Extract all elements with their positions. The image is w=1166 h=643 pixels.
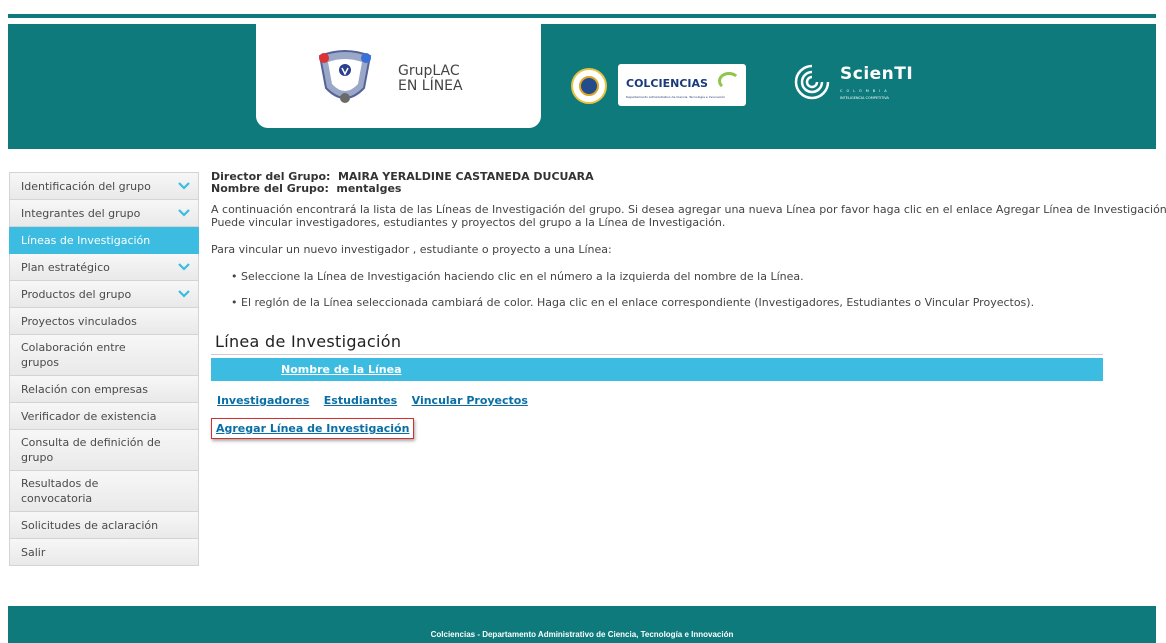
group-name-line: Nombre del Grupo: mentalges xyxy=(211,183,1111,195)
sidebar-item-productos[interactable]: Productos del grupo xyxy=(9,281,199,308)
colombia-seal-icon xyxy=(571,68,607,104)
investigadores-link[interactable]: Investigadores xyxy=(217,394,309,407)
action-links: Investigadores Estudiantes Vincular Proy… xyxy=(217,394,539,407)
estudiantes-link[interactable]: Estudiantes xyxy=(324,394,397,407)
sidebar-item-label: Relación con empresas xyxy=(21,382,148,396)
instruction-text: Para vincular un nuevo investigador , es… xyxy=(211,243,612,256)
sidebar-item-salir[interactable]: Salir xyxy=(9,539,199,566)
logo-line1: GrupLAC xyxy=(398,63,460,79)
sidebar-item-label: Consulta de definición de grupo xyxy=(21,436,161,464)
sidebar-item-label: Colaboración entre grupos xyxy=(21,341,126,369)
sidebar-item-proyectos[interactable]: Proyectos vinculados xyxy=(9,308,199,335)
add-research-line-link[interactable]: Agregar Línea de Investigación xyxy=(216,422,409,435)
colciencias-label: COLCIENCIAS xyxy=(626,77,708,90)
header-banner: GrupLAC EN LÍNEA COLCIENCIAS Departament… xyxy=(8,24,1156,149)
logo-line2: EN LÍNEA xyxy=(398,78,463,94)
sidebar-item-label: Integrantes del grupo xyxy=(21,206,141,220)
group-name-label: Nombre del Grupo: xyxy=(211,182,329,195)
sidebar-item-label: Proyectos vinculados xyxy=(21,314,137,328)
colciencias-subtitle: Departamento Administrativo de Ciencia, … xyxy=(626,95,726,99)
add-line-highlight: Agregar Línea de Investigación xyxy=(211,418,415,439)
sidebar-item-label: Líneas de Investigación xyxy=(21,233,151,247)
sidebar-item-label: Productos del grupo xyxy=(21,287,132,301)
sidebar-item-integrantes[interactable]: Integrantes del grupo xyxy=(9,200,199,227)
scienti-tagline: INTELIGENCIA COMPETITIVA xyxy=(840,96,889,100)
intro-text-line2: Puede vincular investigadores, estudiant… xyxy=(211,216,726,229)
sidebar-item-consulta[interactable]: Consulta de definición de grupo xyxy=(9,430,199,471)
scienti-label: ScienTI xyxy=(840,64,914,84)
sidebar-item-colaboracion[interactable]: Colaboración entre grupos xyxy=(9,335,199,376)
bullet-text: Seleccione la Línea de Investigación hac… xyxy=(241,270,804,283)
footer-bar: Colciencias - Departamento Administrativ… xyxy=(8,606,1156,643)
gruplac-emblem-icon xyxy=(318,50,372,103)
gruplac-logo-text: GrupLAC EN LÍNEA xyxy=(398,64,463,94)
main-content: Director del Grupo: MAIRA YERALDINE CAST… xyxy=(211,171,1166,439)
footer-text: Colciencias - Departamento Administrativ… xyxy=(430,630,734,639)
sidebar-item-plan[interactable]: Plan estratégico xyxy=(9,254,199,281)
sidebar-item-solicitudes[interactable]: Solicitudes de aclaración xyxy=(9,512,199,539)
sidebar-item-resultados[interactable]: Resultados de convocatoria xyxy=(9,471,199,512)
intro-text-line1: A continuación encontrará la lista de la… xyxy=(211,203,1166,216)
lines-table-header: Nombre de la Línea xyxy=(211,358,1103,381)
sidebar-item-label: Resultados de convocatoria xyxy=(21,477,99,505)
sidebar-item-lineas[interactable]: Líneas de Investigación xyxy=(9,227,199,254)
sidebar-item-identificacion[interactable]: Identificación del grupo xyxy=(9,172,199,200)
sidebar-menu: Identificación del grupo Integrantes del… xyxy=(9,172,199,566)
sidebar-item-verificador[interactable]: Verificador de existencia xyxy=(9,403,199,430)
chevron-down-icon xyxy=(178,290,190,298)
bullet-item: • El reglón de la Línea seleccionada cam… xyxy=(231,296,1035,309)
section-divider xyxy=(211,354,1103,355)
sidebar-item-label: Plan estratégico xyxy=(21,260,110,274)
chevron-down-icon xyxy=(178,209,190,217)
bullet-text: El reglón de la Línea seleccionada cambi… xyxy=(241,296,1035,309)
sidebar-item-label: Verificador de existencia xyxy=(21,409,157,423)
gruplac-logo[interactable]: GrupLAC EN LÍNEA xyxy=(256,24,541,128)
group-name-value: mentalges xyxy=(336,182,402,195)
section-title: Línea de Investigación xyxy=(215,332,402,351)
top-rule xyxy=(8,14,1156,18)
sidebar-item-relacion[interactable]: Relación con empresas xyxy=(9,376,199,403)
chevron-down-icon xyxy=(178,263,190,271)
vincular-proyectos-link[interactable]: Vincular Proyectos xyxy=(412,394,528,407)
bullet-item: • Seleccione la Línea de Investigación h… xyxy=(231,270,804,283)
scienti-country: COLOMBIA xyxy=(840,89,891,93)
sidebar-item-label: Solicitudes de aclaración xyxy=(21,518,159,532)
column-header-nombre[interactable]: Nombre de la Línea xyxy=(281,363,402,376)
colciencias-swoosh-icon xyxy=(718,72,740,90)
scienti-spiral-icon xyxy=(794,64,830,100)
sidebar-item-label: Identificación del grupo xyxy=(21,179,151,193)
sidebar-item-label: Salir xyxy=(21,545,46,559)
chevron-down-icon xyxy=(178,182,190,190)
colciencias-logo: COLCIENCIAS Departamento Administrativo … xyxy=(618,64,746,106)
